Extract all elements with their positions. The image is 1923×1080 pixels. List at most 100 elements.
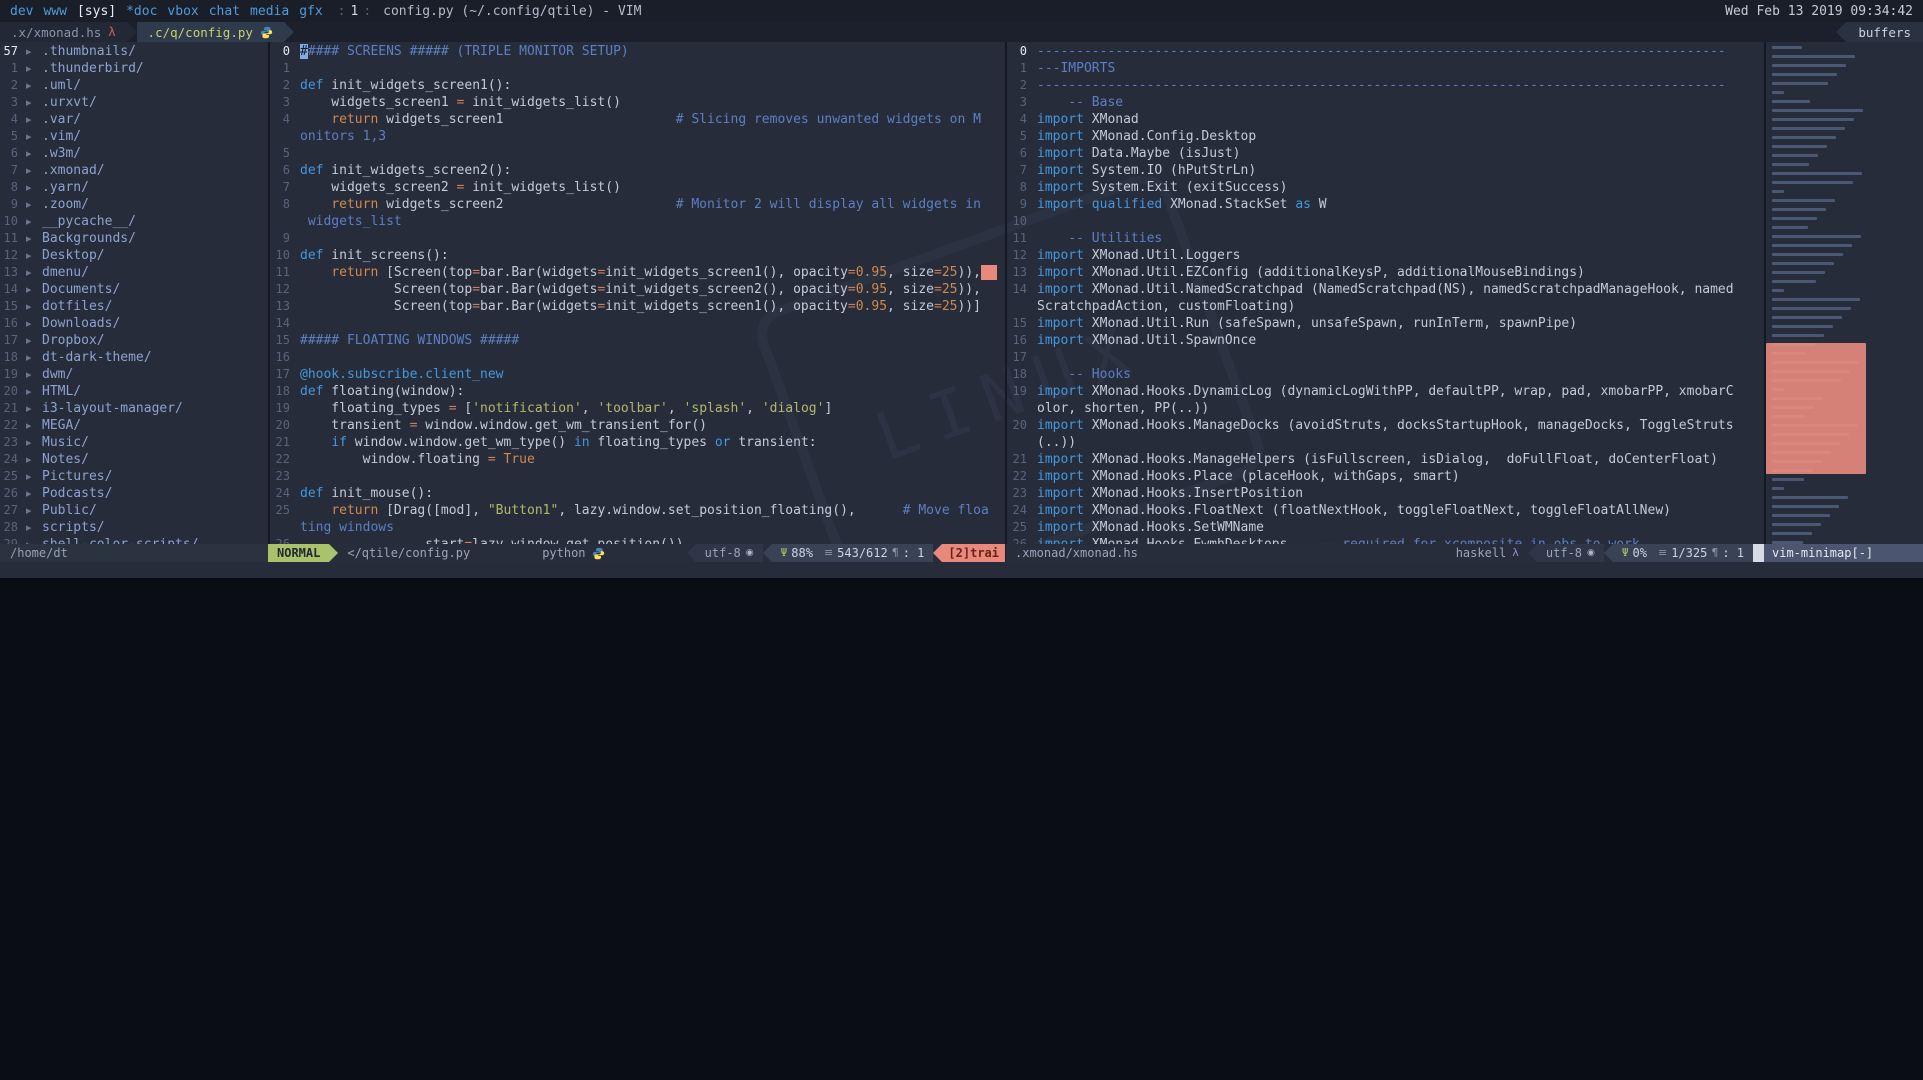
code-line[interactable]: 24def init_mouse(): <box>270 485 1005 502</box>
tree-item-.uml[interactable]: 2▸.uml/ <box>0 77 268 94</box>
code-line[interactable]: 11 -- Utilities <box>1007 230 1764 247</box>
tree-item-scripts[interactable]: 28▸scripts/ <box>0 519 268 536</box>
code-line[interactable]: 16 <box>270 349 1005 366</box>
code-line[interactable]: widgets_list <box>270 213 1005 230</box>
code-line[interactable]: 1 <box>270 60 1005 77</box>
code-line[interactable]: 2def init_widgets_screen1(): <box>270 77 1005 94</box>
code-line[interactable]: 15import XMonad.Util.Run (safeSpawn, uns… <box>1007 315 1764 332</box>
tree-item-shell-color-scripts[interactable]: 29▸shell-color-scripts/ <box>0 536 268 544</box>
tree-item-Downloads[interactable]: 16▸Downloads/ <box>0 315 268 332</box>
tree-item-Podcasts[interactable]: 26▸Podcasts/ <box>0 485 268 502</box>
code-line[interactable]: 9import qualified XMonad.StackSet as W <box>1007 196 1764 213</box>
workspace-dev[interactable]: dev <box>10 4 33 19</box>
code-line[interactable]: 26 start=lazy.window.get_position()), <box>270 536 1005 544</box>
workspace-doc[interactable]: *doc <box>126 4 157 19</box>
tree-item-__pycache__[interactable]: 10▸__pycache__/ <box>0 213 268 230</box>
code-line[interactable]: 13import XMonad.Util.EZConfig (additiona… <box>1007 264 1764 281</box>
tree-item-Desktop[interactable]: 12▸Desktop/ <box>0 247 268 264</box>
workspace-vbox[interactable]: vbox <box>167 4 198 19</box>
code-line[interactable]: 10def init_screens(): <box>270 247 1005 264</box>
vim-command-line[interactable] <box>0 562 1923 578</box>
tree-item-Dropbox[interactable]: 17▸Dropbox/ <box>0 332 268 349</box>
code-line[interactable]: 16import XMonad.Util.SpawnOnce <box>1007 332 1764 349</box>
tree-item-.urxvt[interactable]: 3▸.urxvt/ <box>0 94 268 111</box>
code-line[interactable]: 11 return [Screen(top=bar.Bar(widgets=in… <box>270 264 1005 281</box>
code-line[interactable]: ting windows <box>270 519 1005 536</box>
code-line[interactable]: 26import XMonad.Hooks.EwmhDesktops -- re… <box>1007 536 1764 544</box>
tree-item-.var[interactable]: 4▸.var/ <box>0 111 268 128</box>
code-line[interactable]: 3 widgets_screen1 = init_widgets_list() <box>270 94 1005 111</box>
tree-item-dwm[interactable]: 19▸dwm/ <box>0 366 268 383</box>
tree-item-Documents[interactable]: 14▸Documents/ <box>0 281 268 298</box>
tree-item-Notes[interactable]: 24▸Notes/ <box>0 451 268 468</box>
code-line[interactable]: 19import XMonad.Hooks.DynamicLog (dynami… <box>1007 383 1764 400</box>
tree-item-.xmonad[interactable]: 7▸.xmonad/ <box>0 162 268 179</box>
code-line[interactable]: 18 -- Hooks <box>1007 366 1764 383</box>
code-line[interactable]: 12 Screen(top=bar.Bar(widgets=init_widge… <box>270 281 1005 298</box>
code-line[interactable]: 23import XMonad.Hooks.InsertPosition <box>1007 485 1764 502</box>
code-line[interactable]: 19 floating_types = ['notification', 'to… <box>270 400 1005 417</box>
tree-item-Music[interactable]: 23▸Music/ <box>0 434 268 451</box>
code-line[interactable]: 6import Data.Maybe (isJust) <box>1007 145 1764 162</box>
code-line[interactable]: 5import XMonad.Config.Desktop <box>1007 128 1764 145</box>
code-line[interactable]: 22 window.floating = True <box>270 451 1005 468</box>
tree-item-dt-dark-theme[interactable]: 18▸dt-dark-theme/ <box>0 349 268 366</box>
code-line[interactable]: 25 return [Drag([mod], "Button1", lazy.w… <box>270 502 1005 519</box>
code-line[interactable]: 15##### FLOATING WINDOWS ##### <box>270 332 1005 349</box>
code-line[interactable]: 6def init_widgets_screen2(): <box>270 162 1005 179</box>
tree-item-.vim[interactable]: 5▸.vim/ <box>0 128 268 145</box>
code-line[interactable]: 9 <box>270 230 1005 247</box>
code-line[interactable]: 14 <box>270 315 1005 332</box>
code-line[interactable]: 21import XMonad.Hooks.ManageHelpers (isF… <box>1007 451 1764 468</box>
minimap-viewport[interactable] <box>1766 343 1866 474</box>
tree-item-MEGA[interactable]: 22▸MEGA/ <box>0 417 268 434</box>
code-line[interactable]: (..)) <box>1007 434 1764 451</box>
tree-item-dotfiles[interactable]: 15▸dotfiles/ <box>0 298 268 315</box>
code-line[interactable]: 21 if window.window.get_wm_type() in flo… <box>270 434 1005 451</box>
code-line[interactable]: 22import XMonad.Hooks.Place (placeHook, … <box>1007 468 1764 485</box>
workspace-sys[interactable]: [sys] <box>77 4 116 19</box>
tree-item-.w3m[interactable]: 6▸.w3m/ <box>0 145 268 162</box>
tree-item-Pictures[interactable]: 25▸Pictures/ <box>0 468 268 485</box>
code-line[interactable]: 24import XMonad.Hooks.FloatNext (floatNe… <box>1007 502 1764 519</box>
code-line[interactable]: 17@hook.subscribe.client_new <box>270 366 1005 383</box>
workspace-chat[interactable]: chat <box>209 4 240 19</box>
code-line[interactable]: 4import XMonad <box>1007 111 1764 128</box>
tree-item-.thunderbird[interactable]: 1▸.thunderbird/ <box>0 60 268 77</box>
code-line[interactable]: ScratchpadAction, customFloating) <box>1007 298 1764 315</box>
code-line[interactable]: 10 <box>1007 213 1764 230</box>
code-line[interactable]: 12import XMonad.Util.Loggers <box>1007 247 1764 264</box>
tree-item-i3-layout-manager[interactable]: 21▸i3-layout-manager/ <box>0 400 268 417</box>
code-line[interactable]: 20import XMonad.Hooks.ManageDocks (avoid… <box>1007 417 1764 434</box>
code-line[interactable]: 7import System.IO (hPutStrLn) <box>1007 162 1764 179</box>
tree-item-HTML[interactable]: 20▸HTML/ <box>0 383 268 400</box>
code-line[interactable]: 17 <box>1007 349 1764 366</box>
code-line[interactable]: 8 return widgets_screen2 # Monitor 2 wil… <box>270 196 1005 213</box>
code-line[interactable]: 14import XMonad.Util.NamedScratchpad (Na… <box>1007 281 1764 298</box>
tree-item-.thumbnails[interactable]: 57▸.thumbnails/ <box>0 43 268 60</box>
tab-config-py[interactable]: .c/q/config.py <box>137 22 284 42</box>
minimap-pane[interactable] <box>1764 42 1923 544</box>
code-line[interactable]: 8import System.Exit (exitSuccess) <box>1007 179 1764 196</box>
code-line[interactable]: 1---IMPORTS <box>1007 60 1764 77</box>
code-line[interactable]: 0---------------------------------------… <box>1007 43 1764 60</box>
code-line[interactable]: 20 transient = window.window.get_wm_tran… <box>270 417 1005 434</box>
tree-item-.yarn[interactable]: 8▸.yarn/ <box>0 179 268 196</box>
tree-item-.zoom[interactable]: 9▸.zoom/ <box>0 196 268 213</box>
code-line[interactable]: 2---------------------------------------… <box>1007 77 1764 94</box>
code-line[interactable]: onitors 1,3 <box>270 128 1005 145</box>
code-line[interactable]: 0##### SCREENS ##### (TRIPLE MONITOR SET… <box>270 43 1005 60</box>
workspace-gfx[interactable]: gfx <box>299 4 322 19</box>
tree-item-dmenu[interactable]: 13▸dmenu/ <box>0 264 268 281</box>
workspace-www[interactable]: www <box>43 4 66 19</box>
tree-item-Public[interactable]: 27▸Public/ <box>0 502 268 519</box>
code-line[interactable]: 25import XMonad.Hooks.SetWMName <box>1007 519 1764 536</box>
code-line[interactable]: 5 <box>270 145 1005 162</box>
code-line[interactable]: 23 <box>270 468 1005 485</box>
code-line[interactable]: 18def floating(window): <box>270 383 1005 400</box>
code-line[interactable]: olor, shorten, PP(..)) <box>1007 400 1764 417</box>
tree-item-Backgrounds[interactable]: 11▸Backgrounds/ <box>0 230 268 247</box>
code-line[interactable]: 4 return widgets_screen1 # Slicing remov… <box>270 111 1005 128</box>
code-line[interactable]: 3 -- Base <box>1007 94 1764 111</box>
code-line[interactable]: 13 Screen(top=bar.Bar(widgets=init_widge… <box>270 298 1005 315</box>
